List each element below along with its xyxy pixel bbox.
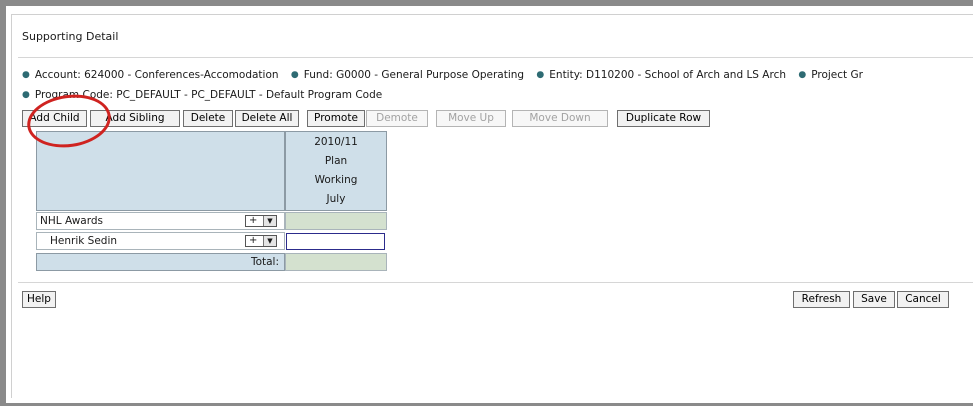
column-header-scenario: Plan — [324, 155, 348, 167]
cancel-button[interactable]: Cancel — [897, 291, 949, 308]
entity-info: Entity: D110200 - School of Arch and LS … — [549, 69, 787, 81]
row-label: Henrik Sedin — [50, 235, 118, 247]
info-line-2: ● Program Code: PC_DEFAULT - PC_DEFAULT -… — [22, 89, 382, 101]
add-child-button[interactable]: Add Child — [22, 110, 87, 127]
fund-info: Fund: G0000 - General Purpose Operating — [303, 69, 525, 81]
promote-button[interactable]: Promote — [307, 110, 365, 127]
chevron-down-icon: ▼ — [263, 216, 276, 226]
plus-icon: + — [249, 235, 258, 246]
bullet-icon: ● — [536, 70, 545, 80]
move-down-button[interactable]: Move Down — [512, 110, 608, 127]
delete-button[interactable]: Delete — [183, 110, 233, 127]
project-info: Project Gr — [811, 69, 863, 81]
row-action-dropdown[interactable]: + ▼ — [245, 235, 277, 247]
plus-icon: + — [249, 215, 258, 226]
refresh-button[interactable]: Refresh — [793, 291, 850, 308]
bullet-icon: ● — [22, 90, 30, 100]
column-header-version: Working — [314, 174, 358, 186]
column-header-period: July — [326, 193, 346, 205]
total-row-label: Total: — [36, 253, 285, 271]
help-button[interactable]: Help — [22, 291, 56, 308]
window-frame-left — [0, 0, 6, 406]
bullet-icon: ● — [798, 70, 807, 80]
window-frame-top — [0, 0, 973, 6]
nhl-awards-july-value — [285, 212, 387, 230]
grid-header-corner — [36, 131, 285, 211]
henrik-sedin-july-input[interactable] — [286, 233, 385, 250]
row-action-dropdown[interactable]: + ▼ — [245, 215, 277, 227]
title-divider — [18, 57, 973, 58]
page-title: Supporting Detail — [22, 30, 119, 43]
column-header-year: 2010/11 — [314, 136, 358, 148]
total-label: Total: — [250, 256, 279, 268]
column-header-july: 2010/11 Plan Working July — [285, 131, 387, 211]
program-code-info: Program Code: PC_DEFAULT - PC_DEFAULT - … — [34, 89, 383, 101]
demote-button[interactable]: Demote — [366, 110, 428, 127]
move-up-button[interactable]: Move Up — [436, 110, 506, 127]
save-button[interactable]: Save — [853, 291, 895, 308]
chevron-down-icon: ▼ — [263, 236, 276, 246]
bullet-icon: ● — [22, 70, 30, 80]
add-sibling-button[interactable]: Add Sibling — [90, 110, 180, 127]
info-line-1: ● Account: 624000 - Conferences-Accomodat… — [22, 69, 863, 81]
account-info: Account: 624000 - Conferences-Accomodati… — [34, 69, 279, 81]
bullet-icon: ● — [290, 70, 299, 80]
duplicate-row-button[interactable]: Duplicate Row — [617, 110, 710, 127]
row-label: NHL Awards — [40, 215, 103, 227]
total-july-value — [285, 253, 387, 271]
delete-all-button[interactable]: Delete All — [235, 110, 299, 127]
grid-divider — [18, 282, 973, 283]
